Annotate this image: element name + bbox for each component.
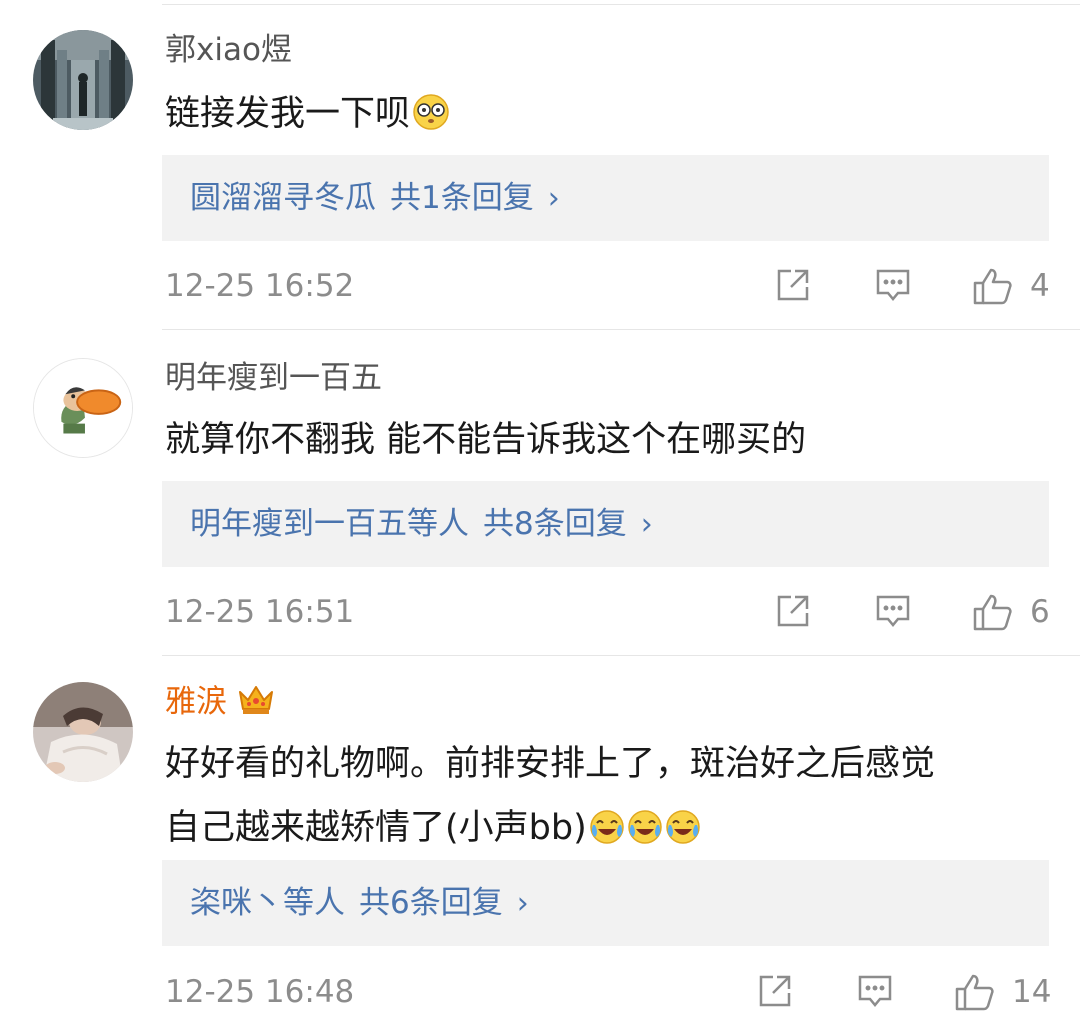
laugh-cry-icon	[589, 802, 625, 866]
like-icon[interactable]	[954, 972, 996, 1016]
reply-authors: 圆溜溜寻冬瓜	[190, 180, 376, 216]
like-count: 14	[1012, 974, 1052, 1010]
laugh-cry-icon	[665, 802, 701, 866]
timestamp: 12-25 16:48	[165, 974, 355, 1010]
reply-count: 共1条回复	[390, 180, 534, 216]
comment-meta: 12-25 16:48 14	[0, 962, 1080, 1022]
share-icon[interactable]	[756, 972, 794, 1014]
comment-item: 郭xiao煜 链接发我一下呗 圆溜溜寻冬瓜 共1条回复 › 12-25 16:52 …	[0, 0, 1080, 330]
crown-icon	[237, 682, 275, 726]
laugh-cry-icon	[627, 802, 663, 866]
comment-meta: 12-25 16:52 4	[0, 256, 1080, 316]
share-icon[interactable]	[774, 592, 812, 634]
reply-summary[interactable]: 明年瘦到一百五等人 共8条回复 ›	[162, 481, 1049, 567]
chevron-right-icon: ›	[516, 886, 529, 921]
comment-icon[interactable]	[856, 972, 894, 1014]
reply-count: 共8条回复	[483, 506, 627, 542]
comment-text: 好好看的礼物啊。前排安排上了，斑治好之后感觉 自己越来越矫情了(小声bb)	[165, 732, 1030, 866]
reply-authors: 明年瘦到一百五等人	[190, 506, 469, 542]
chevron-right-icon: ›	[547, 181, 560, 216]
reply-count: 共6条回复	[359, 885, 503, 921]
share-icon[interactable]	[774, 266, 812, 308]
avatar[interactable]	[33, 30, 133, 130]
comment-text-line: 自己越来越矫情了(小声bb)	[165, 796, 1030, 866]
like-icon[interactable]	[972, 592, 1014, 636]
reply-summary[interactable]: 圆溜溜寻冬瓜 共1条回复 ›	[162, 155, 1049, 241]
username[interactable]: 郭xiao煜	[165, 30, 292, 70]
like-count: 6	[1030, 594, 1050, 630]
timestamp: 12-25 16:51	[165, 594, 355, 630]
comment-meta: 12-25 16:51 6	[0, 582, 1080, 642]
chevron-right-icon: ›	[640, 507, 653, 542]
comment-text: 就算你不翻我 能不能告诉我这个在哪买的	[165, 420, 807, 460]
comment-item: 雅涙 好好看的礼物啊。前排安排上了，斑治好之后感觉 自己越来越矫情了(小声bb)…	[0, 656, 1080, 1024]
comment-text-line: 好好看的礼物啊。前排安排上了，斑治好之后感觉	[165, 744, 936, 784]
comment-item: 明年瘦到一百五 就算你不翻我 能不能告诉我这个在哪买的 明年瘦到一百五等人 共8条…	[0, 330, 1080, 656]
comment-icon[interactable]	[874, 266, 912, 308]
timestamp: 12-25 16:52	[165, 268, 355, 304]
avatar[interactable]	[33, 682, 133, 782]
reply-summary[interactable]: 栥咪丶等人 共6条回复 ›	[162, 860, 1049, 946]
like-count: 4	[1030, 268, 1050, 304]
reply-authors: 栥咪丶等人	[190, 885, 345, 921]
username[interactable]: 明年瘦到一百五	[165, 358, 382, 398]
comment-icon[interactable]	[874, 592, 912, 634]
like-icon[interactable]	[972, 266, 1014, 310]
comment-text: 链接发我一下呗	[165, 82, 1030, 152]
username[interactable]: 雅涙	[165, 682, 275, 726]
avatar[interactable]	[33, 358, 133, 458]
clueless-face-icon	[412, 88, 450, 152]
